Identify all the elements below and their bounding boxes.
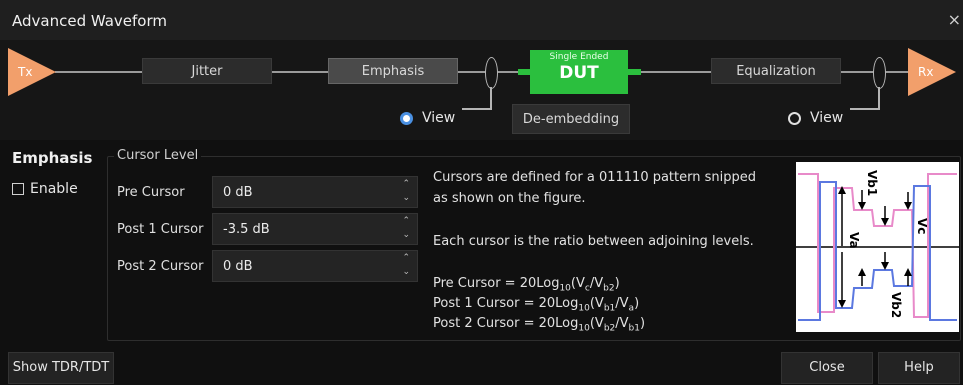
emphasis-section-title: Emphasis — [12, 149, 93, 167]
rx-label: Rx — [918, 65, 934, 79]
formula-pre-cursor: Pre Cursor = 20Log10(Vc/Vb2) — [433, 276, 620, 294]
title-bar: Advanced Waveform × — [0, 0, 963, 40]
window-title: Advanced Waveform — [12, 12, 168, 30]
dut-block[interactable]: Single Ended DUT — [530, 50, 628, 94]
equalization-block[interactable]: Equalization — [711, 58, 841, 84]
close-icon[interactable]: × — [948, 10, 961, 29]
post2-cursor-value: 0 dB — [223, 259, 253, 274]
description-line-1: Cursors are defined for a 011110 pattern… — [433, 170, 756, 185]
probe-point-left-icon — [485, 57, 498, 89]
view-right-connector-h — [850, 108, 880, 110]
label-vc: Vc — [915, 218, 929, 234]
chevron-down-icon[interactable]: ⌄ — [402, 230, 410, 240]
pre-cursor-value: 0 dB — [223, 185, 253, 200]
dut-connector-right — [627, 69, 641, 75]
checkbox-icon[interactable] — [12, 183, 24, 195]
formula-post1-cursor: Post 1 Cursor = 20Log10(Vb1/Va) — [433, 296, 640, 314]
show-tdr-tdt-button[interactable]: Show TDR/TDT — [8, 352, 114, 384]
view-right-connector — [878, 87, 880, 109]
chevron-down-icon[interactable]: ⌄ — [402, 267, 410, 277]
help-button[interactable]: Help — [878, 352, 960, 384]
chevron-up-icon[interactable]: ⌃ — [402, 179, 410, 189]
label-vb2: Vb2 — [889, 292, 903, 318]
cursor-level-title: Cursor Level — [114, 148, 202, 163]
jitter-block[interactable]: Jitter — [142, 58, 272, 84]
radio-unselected-icon[interactable] — [788, 111, 801, 125]
view-left-label: View — [422, 110, 456, 126]
cursor-waveform-figure: Va Vb1 Vc Vb2 — [796, 162, 959, 332]
view-left-radio[interactable]: View — [400, 110, 455, 126]
post1-cursor-value: -3.5 dB — [223, 222, 270, 237]
view-left-connector — [490, 87, 492, 109]
dut-label: DUT — [559, 63, 599, 83]
dut-subtitle: Single Ended — [549, 52, 609, 62]
signal-chain: Tx Jitter Emphasis Single Ended DUT Equa… — [0, 40, 963, 140]
post1-cursor-spinbox[interactable]: -3.5 dB ⌃ ⌄ — [212, 213, 418, 245]
tx-label: Tx — [18, 65, 33, 79]
post1-cursor-label: Post 1 Cursor — [117, 222, 204, 237]
post2-cursor-spinbox[interactable]: 0 dB ⌃ ⌄ — [212, 250, 418, 282]
enable-checkbox[interactable]: Enable — [12, 181, 78, 197]
chevron-up-icon[interactable]: ⌃ — [402, 253, 410, 263]
enable-label: Enable — [30, 181, 78, 197]
deembedding-block[interactable]: De-embedding — [512, 104, 630, 134]
close-button[interactable]: Close — [781, 352, 873, 384]
view-right-label: View — [810, 110, 844, 126]
emphasis-block[interactable]: Emphasis — [328, 58, 458, 84]
chevron-down-icon[interactable]: ⌄ — [402, 193, 410, 203]
description-line-3: Each cursor is the ratio between adjoini… — [433, 234, 754, 249]
description-line-2: as shown on the figure. — [433, 191, 586, 206]
waveform-diagram: Va Vb1 Vc Vb2 — [796, 170, 959, 321]
pre-cursor-label: Pre Cursor — [117, 185, 185, 200]
chevron-up-icon[interactable]: ⌃ — [402, 216, 410, 226]
post2-cursor-label: Post 2 Cursor — [117, 259, 204, 274]
label-va: Va — [847, 232, 861, 249]
probe-point-right-icon — [873, 57, 886, 89]
pre-cursor-spinbox[interactable]: 0 dB ⌃ ⌄ — [212, 176, 418, 208]
formula-post2-cursor: Post 2 Cursor = 20Log10(Vb2/Vb1) — [433, 316, 646, 334]
radio-selected-icon[interactable] — [400, 111, 413, 125]
label-vb1: Vb1 — [865, 170, 879, 196]
view-right-radio[interactable]: View — [788, 110, 843, 126]
view-left-connector-h — [462, 108, 492, 110]
